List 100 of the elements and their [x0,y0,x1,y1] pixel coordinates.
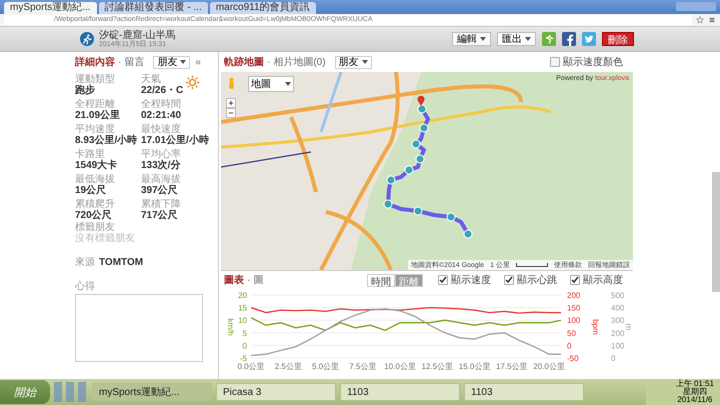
twitter-icon[interactable] [582,32,596,46]
axis-tick-label: 0 [611,354,616,363]
zoom-out-button[interactable]: − [226,108,236,118]
scale-bar [516,263,548,267]
panel-tab[interactable]: 留言 [124,55,144,69]
axis-tick-label: 20.0公里 [533,362,565,371]
taskbar-window-button[interactable]: 1103 [340,383,460,401]
stat-label: 天氣 [141,74,162,85]
checkbox[interactable] [570,275,580,285]
browser-tab[interactable]: mySports運動紀... [4,2,97,14]
axis-title: km/h [226,318,235,336]
axis-tick-label: 0.0公里 [237,362,265,371]
panel-tab[interactable]: 圖表 [224,273,244,287]
axis-tick-label: 200 [611,328,624,338]
notes-field[interactable] [75,294,203,362]
source-value: TOMTOM [99,257,144,269]
axis-tick-label: 10.0公里 [384,362,416,371]
caret-icon [180,60,186,64]
axis-tick-label: 100 [567,316,580,326]
runner-icon [80,32,94,46]
separator-dot: · [267,56,270,68]
sun-icon [185,75,200,90]
caret-icon [480,37,486,41]
axis-tick-label: 17.5公里 [496,362,528,371]
stat-label: 累積下降 [141,199,181,210]
stat-label: 卡路里 [75,149,105,160]
taskbar-window-button[interactable]: Picasa 3 [216,383,336,401]
mode-toggle[interactable]: 時間 [367,274,395,286]
stat-value: 02:21:40 [141,110,182,122]
collapse-button[interactable]: « [193,56,203,68]
person-icon[interactable] [228,77,235,90]
source-label: 來源 [75,257,95,268]
axis-tick-label: 200 [567,291,580,300]
axis-tick-label: 20 [238,291,247,300]
axis-tick-label: 150 [567,304,580,313]
stat-label: 平均心率 [141,149,181,160]
stat-value: 397公尺 [141,185,179,197]
stat-value: 跑步 [75,85,96,97]
panel-tab[interactable]: 圖 [253,273,264,287]
scrollbar[interactable] [712,172,720,292]
axis-tick-label: -5 [240,354,247,363]
stat-label: 平均速度 [75,124,116,135]
notes-label: 心得 [75,281,96,292]
checkbox-label: 顯示高度 [583,274,623,287]
stat-value: 19公尺 [75,185,108,197]
axis-title: m [624,324,631,330]
taskbar-window-button[interactable]: mySports運動紀... [92,383,212,401]
quick-launch-icons[interactable] [54,382,88,402]
stat-value: 720公尺 [75,210,113,222]
stat-value: 22/26・C [141,85,184,97]
menu-icon[interactable] [708,16,716,24]
clock-date: 2014/11/6 [677,396,712,404]
axis-tick-label: 300 [611,316,624,326]
stat-value: 1549大卡 [75,160,118,172]
axis-tick-label: -50 [567,354,579,363]
facebook-icon[interactable] [562,32,576,46]
separator-dot: · [118,56,122,68]
clock-weekday: 星期四 [682,388,707,396]
checkbox[interactable] [550,57,560,67]
axis-tick-label: 100 [611,341,624,350]
checkbox-label: 顯示心跳 [517,274,557,287]
edit-dropdown[interactable]: 編輯 [452,32,491,46]
map-type-dropdown[interactable]: 地圖 [248,76,294,92]
axis-tick-label: 0 [242,341,247,350]
browser-tab[interactable]: 討論群組發表回覆 - ... [98,2,208,14]
runner-share-icon[interactable] [542,32,556,46]
zoom-in-button[interactable]: + [226,98,236,108]
axis-title: bpm [591,319,600,335]
axis-tick-label: 5.0公里 [312,362,340,371]
separator-dot: · [247,274,250,286]
caret-icon [285,82,291,86]
axis-tick-label: 400 [611,304,624,313]
axis-tick-label: 0 [567,341,572,350]
taskbar-window-button[interactable]: 1103 [464,383,584,401]
stat-label: 最低海拔 [75,174,115,185]
clock-time: 上午 01:51 [676,380,714,388]
panel-tab[interactable]: 相片地圖(0) [273,55,326,69]
axis-tick-label: 10 [238,316,247,326]
star-icon[interactable] [696,16,704,24]
tagged-friends-label: 標籤朋友 [75,222,116,233]
panel-tab[interactable]: 軌跡地圖 [224,55,264,69]
stat-value: 133次/分 [141,160,181,172]
axis-tick-label: 2.5公里 [274,362,302,371]
privacy-dropdown[interactable]: 朋友 [334,56,372,68]
panel-tab[interactable]: 詳細內容 [75,55,115,69]
tagged-friends-value: 沒有標籤朋友 [75,233,136,245]
browser-tab[interactable]: marco911的會員資訊 [210,2,316,14]
export-dropdown[interactable]: 匯出 [497,32,536,46]
checkbox[interactable] [438,275,448,285]
delete-button[interactable]: 刪除 [602,32,634,46]
stat-value: 717公尺 [141,210,179,222]
stat-value: 8.93公里/小時 [75,135,138,147]
workout-title: 汐碇-鹿窟-山半馬 [99,30,176,40]
caret-icon [525,37,531,41]
stat-label: 累積爬升 [75,199,115,210]
checkbox[interactable] [504,275,514,285]
start-button[interactable]: 開始 [0,380,50,404]
stat-label: 全程時間 [141,99,182,110]
privacy-dropdown[interactable]: 朋友 [153,56,190,68]
axis-tick-label: 12.5公里 [422,362,454,371]
